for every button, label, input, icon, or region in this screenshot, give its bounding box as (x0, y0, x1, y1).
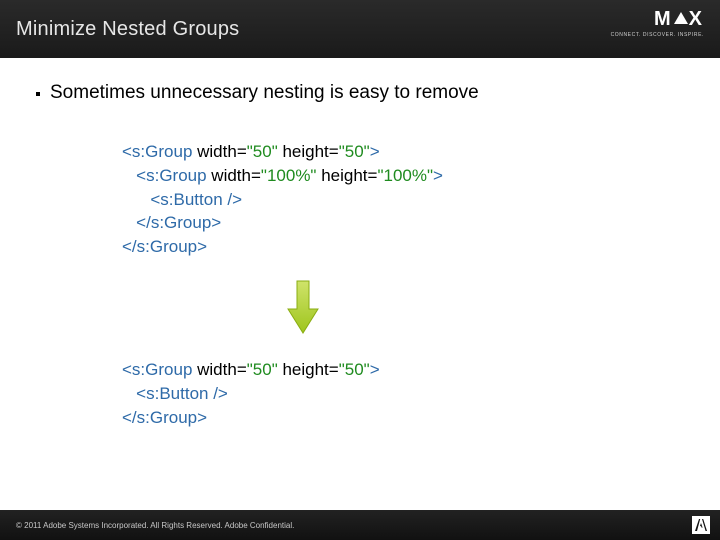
bullet-icon (36, 92, 40, 96)
slide: Minimize Nested Groups MX CONNECT. DISCO… (0, 0, 720, 540)
bullet-text: Sometimes unnecessary nesting is easy to… (50, 82, 479, 104)
max-logo-word: MX (654, 8, 704, 31)
max-letter-x: X (689, 8, 704, 30)
max-letter-m: M (654, 8, 673, 30)
code-token-val: "50" (247, 142, 278, 161)
code-token-tag: </s:Group> (122, 408, 207, 427)
code-token-tag: > (370, 142, 380, 161)
code-token-tag: > (433, 166, 443, 185)
code-token-val: "50" (339, 142, 370, 161)
code-after: <s:Group width="50" height="50"> <s:Butt… (122, 358, 684, 429)
code-token-attr: width= (207, 166, 261, 185)
code-token-tag: <s:Button /> (150, 190, 242, 209)
slide-header: Minimize Nested Groups MX CONNECT. DISCO… (0, 0, 720, 58)
code-line: <s:Group width="100%" height="100%"> (122, 164, 684, 188)
code-token-attr: width= (192, 142, 246, 161)
code-token-tag: <s:Button /> (136, 384, 228, 403)
code-before: <s:Group width="50" height="50"> <s:Grou… (122, 140, 684, 259)
code-token-tag: <s:Group (122, 142, 192, 161)
code-token-attr: height= (278, 142, 339, 161)
code-line: </s:Group> (122, 406, 684, 430)
slide-footer: © 2011 Adobe Systems Incorporated. All R… (0, 510, 720, 540)
code-token-tag: <s:Group (136, 166, 206, 185)
code-token-tag: </s:Group> (136, 213, 221, 232)
copyright-text: © 2011 Adobe Systems Incorporated. All R… (16, 521, 294, 530)
max-logo: MX CONNECT. DISCOVER. INSPIRE. (611, 8, 704, 38)
code-token-tag: <s:Group (122, 360, 192, 379)
code-token-attr (122, 166, 136, 185)
code-line: <s:Group width="50" height="50"> (122, 358, 684, 382)
max-logo-sub: CONNECT. DISCOVER. INSPIRE. (611, 32, 704, 38)
adobe-logo-icon (692, 516, 710, 534)
code-token-attr: height= (278, 360, 339, 379)
bullet-item: Sometimes unnecessary nesting is easy to… (36, 82, 684, 104)
code-token-val: "50" (339, 360, 370, 379)
arrow-down-icon (286, 279, 684, 340)
code-token-attr (122, 384, 136, 403)
code-token-attr: width= (192, 360, 246, 379)
code-token-tag: </s:Group> (122, 237, 207, 256)
code-line: </s:Group> (122, 211, 684, 235)
max-triangle-icon (674, 12, 688, 24)
slide-title: Minimize Nested Groups (16, 18, 239, 41)
code-token-val: "100%" (377, 166, 433, 185)
code-token-attr: height= (316, 166, 377, 185)
code-line: <s:Button /> (122, 382, 684, 406)
code-token-attr (122, 190, 150, 209)
code-line: </s:Group> (122, 235, 684, 259)
code-token-val: "50" (247, 360, 278, 379)
code-token-attr (122, 213, 136, 232)
code-token-val: "100%" (261, 166, 317, 185)
code-line: <s:Group width="50" height="50"> (122, 140, 684, 164)
slide-body: Sometimes unnecessary nesting is easy to… (0, 58, 720, 429)
code-token-tag: > (370, 360, 380, 379)
code-line: <s:Button /> (122, 188, 684, 212)
